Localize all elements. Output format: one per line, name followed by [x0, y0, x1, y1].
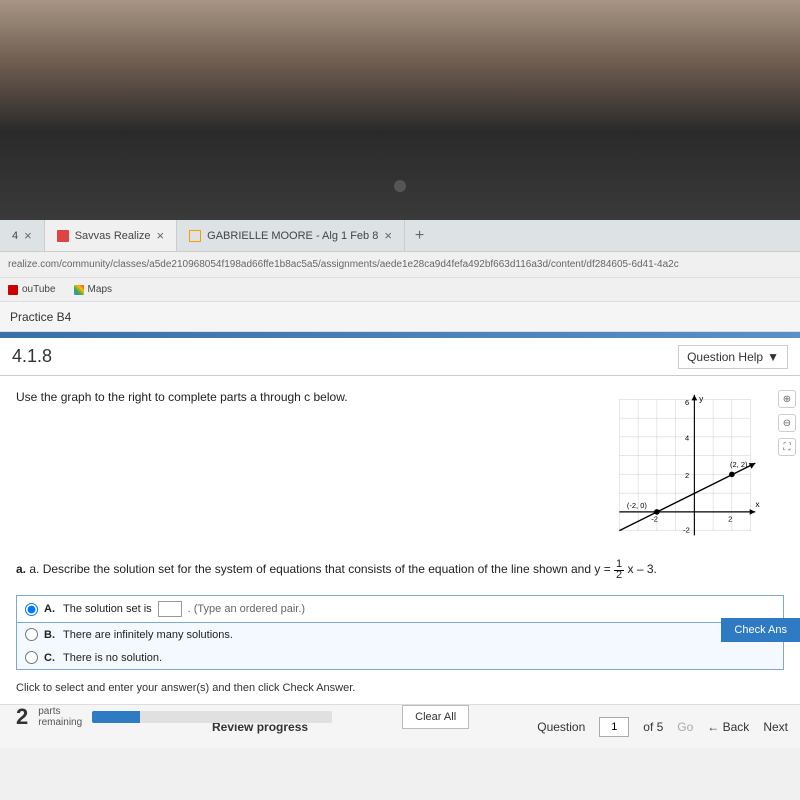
question-header: 4.1.8 Question Help ▼ — [0, 338, 800, 376]
tab-label: 4 — [12, 230, 18, 242]
browser-tab[interactable]: GABRIELLE MOORE - Alg 1 Feb 8 × — [177, 220, 405, 251]
tab-label: Savvas Realize — [75, 230, 151, 242]
new-tab-button[interactable]: + — [405, 227, 434, 245]
radio-a[interactable] — [25, 603, 38, 616]
instruction-note: Click to select and enter your answer(s)… — [16, 682, 784, 694]
svg-text:6: 6 — [685, 398, 689, 407]
option-text: There is no solution. — [63, 652, 162, 664]
question-content: Use the graph to the right to complete p… — [0, 376, 800, 704]
clear-all-button[interactable]: Clear All — [402, 705, 469, 729]
radio-b[interactable] — [25, 628, 38, 641]
graph-tools: ⊕ ⊖ ⛶ — [778, 390, 796, 456]
svg-text:2: 2 — [685, 471, 689, 480]
address-bar[interactable]: realize.com/community/classes/a5de210968… — [0, 252, 800, 278]
check-answer-button[interactable]: Check Ans — [721, 618, 800, 642]
savvas-favicon-icon — [57, 230, 69, 242]
url-text: realize.com/community/classes/a5de210968… — [8, 259, 679, 270]
physical-laptop-bezel — [0, 0, 800, 220]
svg-text:-2: -2 — [683, 526, 690, 535]
question-help-label: Question Help — [687, 350, 763, 364]
option-a[interactable]: A. The solution set is . (Type an ordere… — [17, 596, 783, 623]
close-icon[interactable]: × — [24, 228, 32, 243]
option-letter: C. — [44, 652, 55, 664]
option-hint: . (Type an ordered pair.) — [188, 603, 305, 615]
graph-point-label: (-2, 0) — [627, 501, 648, 510]
bookmarks-bar: ouTube Maps — [0, 278, 800, 302]
ordered-pair-input[interactable] — [158, 601, 182, 617]
expand-icon[interactable]: ⛶ — [778, 438, 796, 456]
svg-text:4: 4 — [685, 434, 689, 443]
part-a-prompt: a. a. Describe the solution set for the … — [16, 559, 784, 581]
svg-text:2: 2 — [728, 514, 732, 523]
option-c[interactable]: C. There is no solution. — [17, 646, 783, 669]
radio-c[interactable] — [25, 651, 38, 664]
progress-fill — [92, 711, 140, 723]
bookmark-label: ouTube — [22, 284, 56, 295]
browser-tabs: 4 × Savvas Realize × GABRIELLE MOORE - A… — [0, 220, 800, 252]
zoom-in-icon[interactable]: ⊕ — [778, 390, 796, 408]
part-a-text: a. Describe the solution set for the sys… — [29, 562, 614, 576]
option-text: There are infinitely many solutions. — [63, 629, 233, 641]
bookmark-maps[interactable]: Maps — [74, 284, 112, 295]
doc-favicon-icon — [189, 230, 201, 242]
maps-icon — [74, 285, 84, 295]
close-icon[interactable]: × — [157, 228, 165, 243]
progress-bar — [92, 711, 332, 723]
bookmark-label: Maps — [88, 284, 112, 295]
page-title: Practice B4 — [10, 310, 71, 324]
question-help-button[interactable]: Question Help ▼ — [678, 345, 788, 369]
question-number: 4.1.8 — [12, 346, 52, 367]
page-breadcrumb: Practice B4 — [0, 302, 800, 332]
youtube-icon — [8, 285, 18, 295]
browser-tab[interactable]: Savvas Realize × — [45, 220, 177, 251]
close-icon[interactable]: × — [384, 228, 392, 243]
svg-text:-2: -2 — [651, 514, 658, 523]
tab-label: GABRIELLE MOORE - Alg 1 Feb 8 — [207, 230, 378, 242]
option-b[interactable]: B. There are infinitely many solutions. — [17, 623, 783, 646]
fraction: 12 — [614, 559, 624, 581]
y-axis-label: y — [699, 393, 704, 403]
x-axis-label: x — [755, 499, 760, 509]
graph-point-label: (2, 2) — [730, 460, 748, 469]
part-a-suffix: x – 3. — [628, 562, 657, 576]
browser-tab[interactable]: 4 × — [0, 220, 45, 251]
bookmark-youtube[interactable]: ouTube — [8, 284, 56, 295]
chevron-down-icon: ▼ — [767, 350, 779, 364]
answer-options: A. The solution set is . (Type an ordere… — [16, 595, 784, 670]
option-letter: A. — [44, 603, 55, 615]
parts-remaining-label: parts remaining — [38, 706, 82, 728]
option-letter: B. — [44, 629, 55, 641]
option-text: The solution set is — [63, 603, 152, 615]
browser-window: 4 × Savvas Realize × GABRIELLE MOORE - A… — [0, 220, 800, 800]
graph: y x -2 2 2 4 6 -2 (-2, 0) (2, 2) — [610, 390, 760, 540]
progress-row: 2 parts remaining Clear All Check Ans — [16, 704, 784, 730]
parts-remaining-count: 2 — [16, 704, 28, 730]
zoom-out-icon[interactable]: ⊖ — [778, 414, 796, 432]
